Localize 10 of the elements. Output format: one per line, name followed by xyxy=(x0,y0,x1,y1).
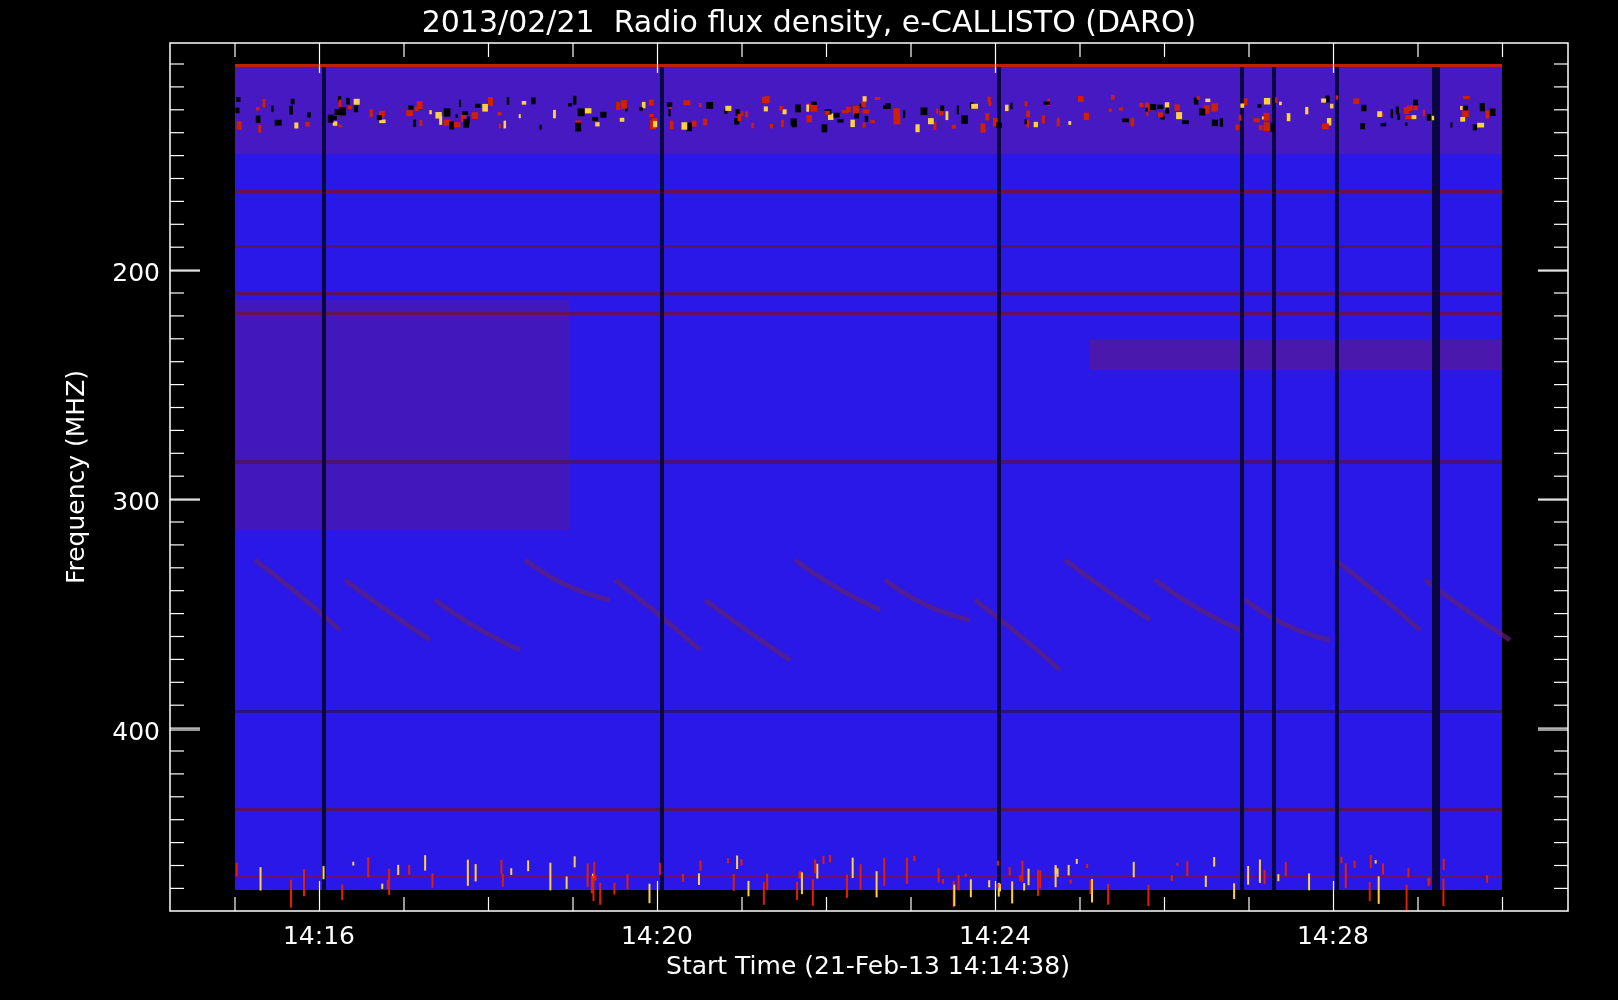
y-tick-label: 400 xyxy=(112,717,160,746)
y-tick-label: 200 xyxy=(112,258,160,287)
x-tick-label: 14:16 xyxy=(283,921,355,950)
plot-title: 2013/02/21 Radio flux density, e-CALLISTO (DARO) xyxy=(421,4,1197,39)
x-axis-label: Start Time (21-Feb-13 14:14:38) xyxy=(666,951,1070,980)
y-tick-label: 300 xyxy=(112,487,160,516)
y-axis-label: Frequency (MHZ) xyxy=(61,369,90,585)
x-tick-label: 14:28 xyxy=(1297,921,1369,950)
x-tick-label: 14:20 xyxy=(621,921,693,950)
x-tick-label: 14:24 xyxy=(959,921,1031,950)
